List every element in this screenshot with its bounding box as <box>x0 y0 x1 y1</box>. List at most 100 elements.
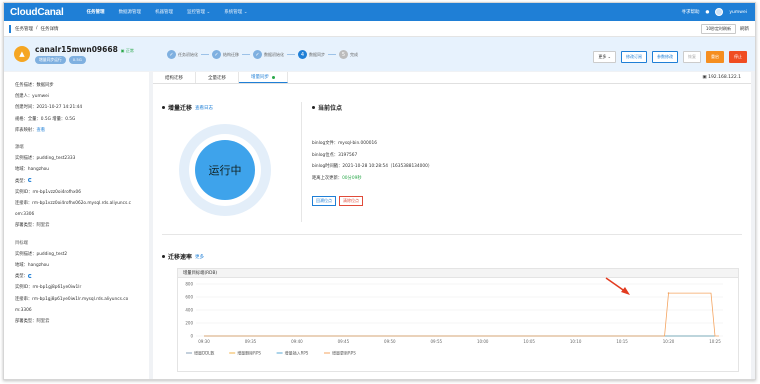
x-tick-label: 10:10 <box>570 339 582 344</box>
y-tick-label: 200 <box>185 321 193 326</box>
rate-more-link[interactable]: 更多 <box>195 254 204 260</box>
x-tick-label: 09:40 <box>291 339 303 344</box>
top-nav-bar: CloudCanal 任务管理 数据源管理 机器管理 监控管理 ⌄ 系统管理 ⌄… <box>4 3 755 21</box>
x-tick-label: 10:20 <box>663 339 675 344</box>
x-tick-label: 10:05 <box>523 339 535 344</box>
view-log-link[interactable]: 查看日志 <box>195 105 213 111</box>
created-time: 创建时间：2021-10-27 14:21:44 <box>15 105 83 111</box>
nav-monitor-manage[interactable]: 监控管理 ⌄ <box>180 3 217 21</box>
source-deploy: 部署类型：阿里云 <box>15 223 50 229</box>
source-conn: 连接串：rm-bp1vzz0oi4rofhx062o.mysql.rds.ali… <box>15 201 131 207</box>
y-tick-label: 0 <box>190 334 193 339</box>
target-type: 类型： <box>15 271 149 282</box>
bell-icon[interactable]: ● <box>705 10 709 15</box>
position-info: binlog文件：mysql-bin.000016 binlog位点：31975… <box>312 138 432 184</box>
source-instance: 实例描述：pudding_test2333 <box>15 156 76 162</box>
x-tick-label: 10:00 <box>477 339 489 344</box>
target-id: 实例ID：rm-bp1gj8p61ye0iw1lr <box>15 285 82 291</box>
tab-bar: 结构迁移 全量迁移 增量同步 <box>153 72 751 84</box>
legend-item: 增量更新RPS <box>332 350 356 356</box>
nav-datasource-manage[interactable]: 数据源管理 <box>112 3 149 21</box>
resume-button[interactable]: 恢复 <box>683 51 701 63</box>
check-icon: ✓ <box>253 50 262 59</box>
task-icon: ▲ <box>14 46 30 62</box>
target-region: 地域：hangzhou <box>15 263 50 269</box>
mysql-icon <box>27 273 32 278</box>
machine-ip[interactable]: ▣ 192.168.122.1 <box>702 75 741 80</box>
task-info-panel: 任务描述：数据同步 创建人：yumwei 创建时间：2021-10-27 14:… <box>4 72 149 379</box>
restart-button[interactable]: 重启 <box>706 51 724 63</box>
y-tick-label: 400 <box>185 308 193 313</box>
mysql-icon <box>27 178 32 183</box>
main-nav: 任务管理 数据源管理 机器管理 监控管理 ⌄ 系统管理 ⌄ <box>80 3 255 21</box>
target-conn: 连接串：rm-bp1gj8p61ye0iw1lr.mysql.rds.aliyu… <box>15 296 129 302</box>
running-indicator: 运行中 <box>195 140 255 200</box>
binlog-pos: binlog位点：3197567 <box>312 152 358 158</box>
y-tick-label: 600 <box>185 295 193 300</box>
check-icon: ✓ <box>212 50 221 59</box>
task-steps: ✓ 任务初始化 ✓ 结构迁移 ✓ 数据初始化 4 数据同步 5 完成 <box>167 50 358 59</box>
y-tick-label: 800 <box>185 282 193 287</box>
user-name[interactable]: yumwei <box>729 10 747 15</box>
breadcrumb-actions: 10秒定时刷新 刷新 <box>700 23 749 34</box>
tab-incremental[interactable]: 增量同步 <box>239 72 288 83</box>
step-structure: ✓ 结构迁移 <box>212 50 239 59</box>
step-data-init: ✓ 数据初始化 <box>253 50 284 59</box>
main-panel: 结构迁移 全量迁移 增量同步 ▣ 192.168.122.1 增量迁移 查看日志 … <box>153 72 751 379</box>
target-title: 目标端 <box>15 240 28 246</box>
nav-task-manage[interactable]: 任务管理 <box>80 3 112 21</box>
x-tick-label: 10:25 <box>709 339 721 344</box>
breadcrumb: 任务管理 / 任务详情 10秒定时刷新 刷新 <box>4 21 755 37</box>
spec: 规格：全量：0.5G 增量：0.5G <box>15 116 76 122</box>
step-init: ✓ 任务初始化 <box>167 50 198 59</box>
x-tick-label: 10:15 <box>616 339 628 344</box>
task-type-tag: 增量同步运行 <box>35 55 66 64</box>
target-instance: 实例描述：pudding_test2 <box>15 251 68 257</box>
modify-subscription-button[interactable]: 修改订阅 <box>621 51 647 63</box>
clear-position-button[interactable]: 清除位点 <box>339 196 363 206</box>
task-name: canalr15mwn09668 <box>35 44 118 54</box>
tab-full[interactable]: 全量迁移 <box>196 72 239 83</box>
status-ring: 运行中 <box>179 124 271 216</box>
last-update: 距离上次更新：00分09秒 <box>312 175 362 181</box>
top-right: 寻求帮助 ● yumwei <box>681 8 747 16</box>
source-region: 地域：hangzhou <box>15 167 50 173</box>
incr-section-title: 增量迁移 查看日志 <box>162 103 213 112</box>
binlog-file: binlog文件：mysql-bin.000016 <box>312 141 377 146</box>
stop-button[interactable]: 停止 <box>729 51 747 63</box>
target-conn-2: m:3306 <box>15 307 32 313</box>
legend-item: 增量插入RPS <box>285 350 309 356</box>
breadcrumb-task-manage[interactable]: 任务管理 <box>15 26 33 32</box>
running-dot <box>272 75 275 79</box>
task-name-block: canalr15mwn09668 ▣ 正常 增量同步运行 0.5G <box>35 45 134 64</box>
param-modify-button[interactable]: 参数修改 <box>652 51 678 63</box>
position-title: 当前位点 <box>312 103 342 112</box>
avatar[interactable] <box>715 8 724 16</box>
source-type: 类型： <box>15 176 149 187</box>
x-tick-label: 09:30 <box>198 339 210 344</box>
view-mapping-link[interactable]: 查看 <box>36 128 45 133</box>
tab-structure[interactable]: 结构迁移 <box>153 72 196 83</box>
more-button[interactable]: 更多 ⌄ <box>593 51 616 63</box>
task-tags: 增量同步运行 0.5G <box>35 55 134 64</box>
refresh-button[interactable]: 刷新 <box>740 26 749 32</box>
source-id: 实例ID：rm-bp1vzz0oi4rofhx06 <box>15 189 81 195</box>
task-actions: 更多 ⌄ 修改订阅 参数修改 恢复 重启 停止 <box>593 51 747 63</box>
target-deploy: 部署类型：阿里云 <box>15 319 50 325</box>
x-tick-label: 09:50 <box>384 339 396 344</box>
auto-refresh-select[interactable]: 10秒定时刷新 <box>700 23 736 34</box>
annotation-arrow-icon <box>605 277 630 295</box>
logo: CloudCanal <box>10 6 64 18</box>
task-desc: 任务描述：数据同步 <box>15 83 54 88</box>
position-actions: 回溯位点 清除位点 <box>312 196 363 206</box>
nav-system-manage[interactable]: 系统管理 ⌄ <box>217 3 254 21</box>
nav-machine-manage[interactable]: 机器管理 <box>148 3 180 21</box>
breadcrumb-sep: / <box>36 26 38 31</box>
legend-item: 增量DDL数 <box>194 350 214 356</box>
creator: 创建人：yumwei <box>15 94 49 100</box>
reset-position-button[interactable]: 回溯位点 <box>312 196 336 206</box>
rate-section-title: 迁移速率 更多 <box>162 252 204 261</box>
help-link[interactable]: 寻求帮助 <box>681 9 699 15</box>
rate-chart: 增量目标端(RDB) 0 200 400 600 800 09:30 09:35 09:40 0… <box>177 268 739 372</box>
source-title: 源端 <box>15 145 24 151</box>
